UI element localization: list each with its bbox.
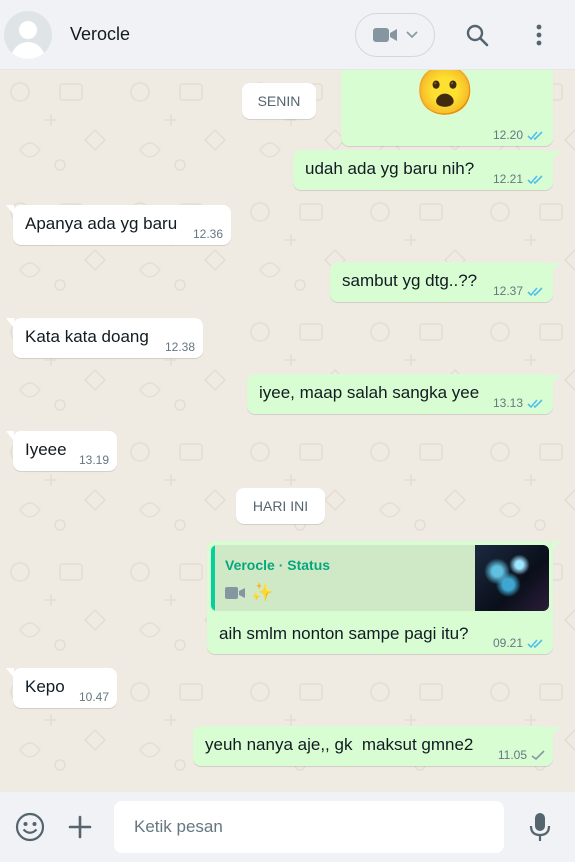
message-outgoing[interactable]: 😮 12.20 [341,70,553,146]
search-button[interactable] [457,15,497,55]
message-time: 13.19 [78,453,109,467]
sparkles-icon: ✨ [251,582,274,602]
search-icon [466,24,489,46]
date-divider: SENIN [242,83,316,119]
date-divider: HARI INI [236,488,325,524]
message-time: 13.13 [492,396,523,410]
message-time: 12.38 [164,340,195,354]
video-camera-icon [373,27,397,42]
message-text: Kata kata doang [25,327,149,346]
video-camera-icon [225,586,245,599]
message-text: udah ada yg baru nih? [305,159,475,178]
message-outgoing[interactable]: yeuh nanya aje,, gk maksut gmne2 11.05 [193,726,560,766]
double-check-read-icon [527,130,543,140]
message-time: 11.05 [497,748,527,762]
double-check-read-icon [527,638,543,648]
message-outgoing[interactable]: iyee, maap salah sangka yee 13.13 [247,374,560,414]
status-thumbnail [475,545,549,611]
video-call-button[interactable] [355,12,435,57]
message-incoming[interactable]: Kata kata doang 12.38 [6,318,203,358]
message-time: 09.21 [492,636,523,650]
contact-avatar[interactable] [4,10,52,59]
message-outgoing[interactable]: udah ada yg baru nih? 12.21 [293,150,560,190]
message-input[interactable] [114,801,504,853]
chevron-down-icon [406,30,418,38]
menu-button[interactable] [519,15,559,55]
smiley-icon [15,812,45,842]
emoji-button[interactable] [12,809,48,845]
message-text: Iyeee [25,440,67,459]
message-list[interactable]: 😮 12.20 SENIN udah ada yg baru nih? 12.2… [0,70,575,792]
message-time: 12.21 [492,172,523,186]
check-sent-icon [531,749,545,760]
composer [0,792,575,862]
message-text: Kepo [25,677,65,696]
message-time: 12.36 [192,227,223,241]
message-incoming[interactable]: Iyeee 13.19 [6,431,117,471]
message-outgoing[interactable]: sambut yg dtg..?? 12.37 [330,262,560,302]
contact-name[interactable]: Verocle [70,24,355,45]
message-incoming[interactable]: Apanya ada yg baru 12.36 [6,205,231,245]
message-text: 😮 [415,70,475,118]
microphone-icon [529,813,551,841]
chat-header: Verocle [0,0,575,70]
plus-icon [68,815,92,839]
message-time: 12.20 [492,128,523,142]
message-text: Apanya ada yg baru [25,214,178,233]
quoted-status[interactable]: Verocle · Status ✨ [211,545,549,611]
double-check-read-icon [527,286,543,296]
attach-button[interactable] [62,809,98,845]
more-vertical-icon [536,24,542,45]
double-check-read-icon [527,398,543,408]
message-text: iyee, maap salah sangka yee [259,383,480,402]
message-text: yeuh nanya aje,, gk maksut gmne2 [205,735,474,754]
message-incoming[interactable]: Kepo 10.47 [6,668,117,708]
double-check-read-icon [527,174,543,184]
message-text: aih smlm nonton sampe pagi itu? [219,624,469,643]
message-time: 10.47 [78,690,109,704]
quoted-author: Verocle · Status [225,557,331,573]
default-avatar-icon [19,20,37,39]
message-text: sambut yg dtg..?? [342,271,478,290]
message-outgoing-reply[interactable]: Verocle · Status ✨ aih smlm nonton sampe… [207,541,560,654]
message-time: 12.37 [492,284,523,298]
voice-message-button[interactable] [522,809,558,845]
